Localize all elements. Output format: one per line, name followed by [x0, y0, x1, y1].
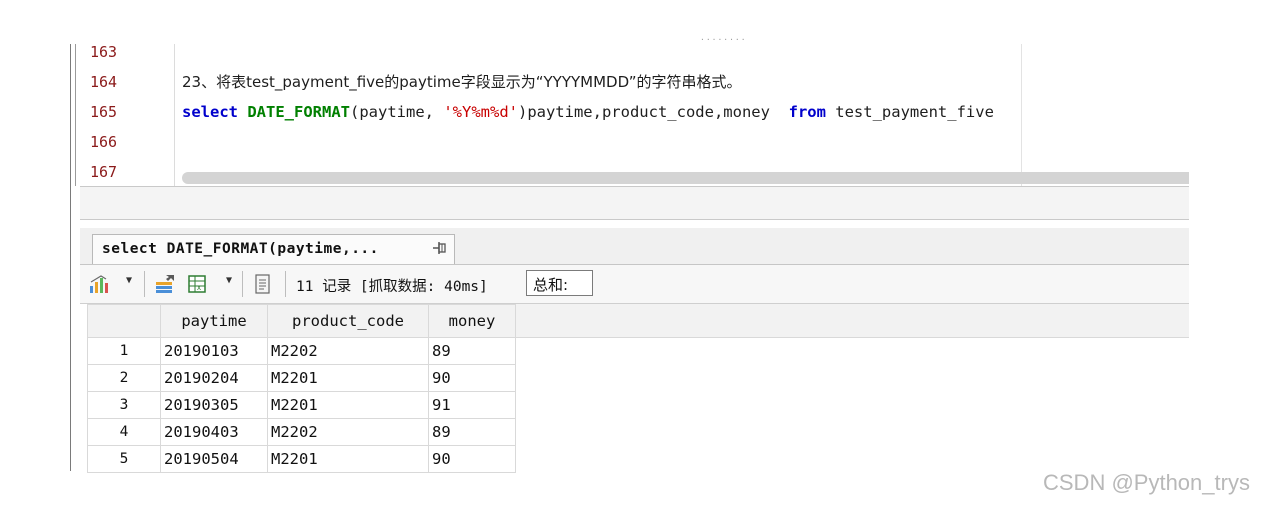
row-number[interactable]: 1 — [87, 337, 161, 365]
cell-money[interactable]: 89 — [428, 337, 516, 365]
cell-money[interactable]: 90 — [428, 364, 516, 392]
line-number: 167 — [90, 163, 118, 181]
record-count-status: 11 记录 [抓取数据: 40ms] — [296, 279, 488, 295]
sql-editor[interactable]: 163 164 165 166 167 23、将表test_payment_fi… — [70, 43, 1189, 186]
splitter-grip-icon[interactable]: ········ — [700, 35, 747, 44]
cell-paytime[interactable]: 20190305 — [160, 391, 268, 419]
chevron-down-icon[interactable]: ▼ — [126, 275, 132, 286]
toolbar-divider — [144, 271, 145, 297]
chevron-down-icon[interactable]: ▼ — [226, 275, 232, 286]
result-tab-label: select DATE_FORMAT(paytime,... — [102, 241, 379, 257]
line-number: 164 — [90, 73, 118, 91]
toolbar-divider — [285, 271, 286, 297]
row-number[interactable]: 2 — [87, 364, 161, 392]
cell-paytime[interactable]: 20190204 — [160, 364, 268, 392]
cell-paytime[interactable]: 20190403 — [160, 418, 268, 446]
grid-header-row: paytime product_code money — [87, 304, 516, 338]
column-header-product-code[interactable]: product_code — [267, 304, 429, 338]
cell-paytime[interactable]: 20190103 — [160, 337, 268, 365]
cell-product-code[interactable]: M2202 — [267, 337, 429, 365]
panel-left-border — [70, 186, 80, 471]
line-number-gutter: 163 164 165 166 167 — [82, 43, 175, 186]
export-icon[interactable] — [154, 273, 176, 295]
table-row[interactable]: 3 20190305 M2201 91 — [87, 391, 516, 419]
table-row[interactable]: 4 20190403 M2202 89 — [87, 418, 516, 446]
function-name: DATE_FORMAT — [247, 103, 350, 121]
keyword-from: from — [788, 103, 826, 121]
cell-product-code[interactable]: M2202 — [267, 418, 429, 446]
row-number[interactable]: 5 — [87, 445, 161, 473]
result-grid[interactable]: paytime product_code money 1 20190103 M2… — [87, 304, 516, 473]
chart-icon[interactable] — [88, 273, 112, 295]
cell-product-code[interactable]: M2201 — [267, 364, 429, 392]
notes-icon[interactable] — [252, 273, 274, 295]
excel-export-icon[interactable]: x — [186, 273, 208, 295]
result-toolbar: ▼ x ▼ 11 记录 [抓取数据: 40ms] 总和: — [80, 265, 1189, 304]
line-number: 166 — [90, 133, 118, 151]
tab-result[interactable]: select DATE_FORMAT(paytime,... — [92, 234, 455, 264]
editor-left-border — [70, 44, 80, 186]
cell-money[interactable]: 91 — [428, 391, 516, 419]
pin-icon[interactable] — [431, 239, 449, 257]
code-sql-line[interactable]: select DATE_FORMAT(paytime, '%Y%m%d')pay… — [182, 102, 994, 122]
table-row[interactable]: 5 20190504 M2201 90 — [87, 445, 516, 473]
toolbar-divider — [242, 271, 243, 297]
editor-bottom-bar — [80, 186, 1189, 220]
svg-text:x: x — [197, 283, 201, 292]
sum-field[interactable]: 总和: — [526, 270, 593, 296]
cell-money[interactable]: 90 — [428, 445, 516, 473]
cell-product-code[interactable]: M2201 — [267, 391, 429, 419]
line-number: 163 — [90, 43, 118, 61]
sum-label: 总和: — [533, 276, 569, 294]
cell-paytime[interactable]: 20190504 — [160, 445, 268, 473]
cell-money[interactable]: 89 — [428, 418, 516, 446]
editor-margin-guide — [1021, 44, 1022, 186]
keyword-select: select — [182, 103, 238, 121]
line-number: 165 — [90, 103, 118, 121]
select-columns: )paytime,product_code,money — [517, 103, 789, 121]
cell-product-code[interactable]: M2201 — [267, 445, 429, 473]
format-string: '%Y%m%d' — [443, 103, 518, 121]
row-number[interactable]: 3 — [87, 391, 161, 419]
watermark: CSDN @Python_trys — [1043, 470, 1250, 495]
table-row[interactable]: 2 20190204 M2201 90 — [87, 364, 516, 392]
editor-horizontal-scrollbar[interactable] — [182, 172, 1189, 184]
row-number[interactable]: 4 — [87, 418, 161, 446]
function-arg: (paytime, — [350, 103, 444, 121]
code-comment-line[interactable]: 23、将表test_payment_five的paytime字段显示为“YYYY… — [182, 72, 742, 92]
row-number-header[interactable] — [87, 304, 161, 338]
column-header-paytime[interactable]: paytime — [160, 304, 268, 338]
table-name: test_payment_five — [825, 103, 994, 121]
table-row[interactable]: 1 20190103 M2202 89 — [87, 337, 516, 365]
column-header-money[interactable]: money — [428, 304, 516, 338]
